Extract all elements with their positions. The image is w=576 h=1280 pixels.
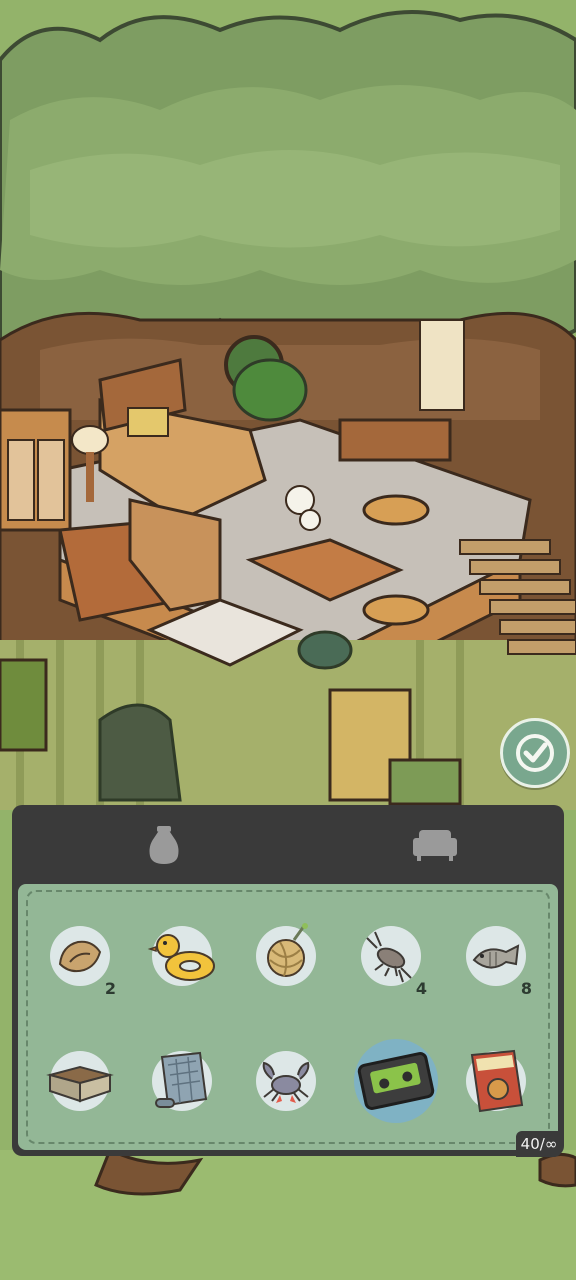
inventory-item[interactable] bbox=[460, 1045, 532, 1117]
inventory-item[interactable]: 2 bbox=[44, 920, 116, 998]
checkmark-icon bbox=[516, 734, 554, 772]
crab-icon bbox=[262, 1061, 310, 1103]
inventory-item[interactable] bbox=[250, 920, 322, 992]
rubber-duck-float-icon bbox=[147, 934, 215, 981]
inventory-item[interactable] bbox=[44, 1045, 116, 1117]
planter-box-icon bbox=[46, 1065, 114, 1103]
bag-icon bbox=[149, 826, 179, 864]
confirm-button[interactable] bbox=[500, 718, 570, 788]
cassette-tape-icon bbox=[357, 1052, 435, 1110]
sofa-icon bbox=[413, 830, 457, 861]
map-scroll-icon bbox=[155, 1051, 208, 1108]
game-screen: 2 4 8 40/∞ bbox=[0, 0, 576, 1280]
yarn-ball-icon bbox=[267, 923, 308, 977]
item-count: 4 bbox=[415, 979, 427, 998]
inventory-item[interactable]: 8 bbox=[460, 920, 532, 998]
inventory-item-selected[interactable] bbox=[354, 1039, 438, 1123]
inventory-item[interactable] bbox=[146, 920, 218, 992]
wardrobe bbox=[0, 408, 72, 532]
tab-furniture[interactable] bbox=[405, 815, 465, 875]
inventory-capacity: 40/∞ bbox=[516, 1131, 562, 1157]
inventory-item[interactable] bbox=[250, 1045, 322, 1117]
inventory-item[interactable] bbox=[146, 1045, 218, 1117]
magazine-icon bbox=[470, 1049, 524, 1113]
tree-canopy bbox=[0, 10, 576, 350]
item-count: 8 bbox=[520, 979, 532, 998]
inventory-item[interactable]: 4 bbox=[355, 920, 427, 998]
tab-bag[interactable] bbox=[134, 815, 194, 875]
item-count: 2 bbox=[104, 979, 116, 998]
inventory-tab-bar bbox=[12, 805, 564, 885]
